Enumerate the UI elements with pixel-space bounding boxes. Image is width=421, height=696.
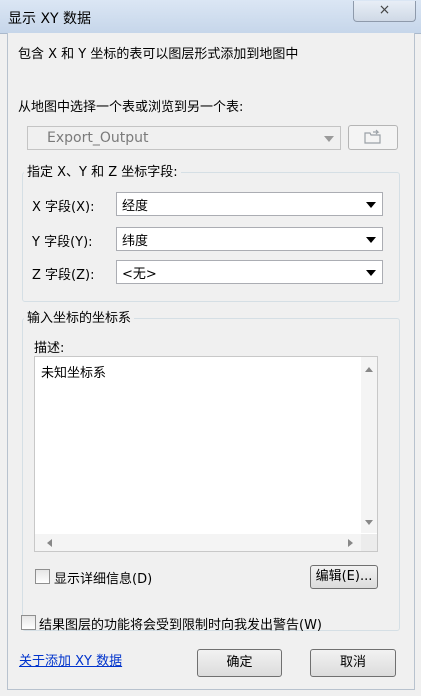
close-icon: × (378, 2, 391, 18)
chevron-down-icon (366, 270, 376, 276)
warn-checkbox[interactable] (21, 615, 36, 630)
y-field-value: 纬度 (122, 234, 149, 249)
ok-button-label: 确定 (226, 655, 253, 670)
cancel-button[interactable]: 取消 (310, 649, 396, 677)
y-field-dropdown[interactable]: 纬度 (116, 227, 383, 251)
scroll-left-icon (47, 539, 52, 547)
y-field-label: Y 字段(Y): (32, 235, 93, 250)
browse-button[interactable] (348, 125, 398, 150)
title-bar: 显示 XY 数据 × (0, 0, 421, 34)
edit-button[interactable]: 编辑(E)... (310, 565, 378, 589)
description-textarea[interactable]: 未知坐标系 (34, 356, 378, 552)
scroll-down-icon (365, 520, 373, 525)
chevron-down-icon (324, 136, 334, 142)
table-select-label: 从地图中选择一个表或浏览到另一个表: (18, 100, 244, 115)
table-dropdown[interactable]: Export_Output (27, 126, 341, 150)
z-field-value: <无> (122, 267, 157, 282)
x-field-label: X 字段(X): (32, 200, 95, 215)
coord-system-group-title: 输入坐标的坐标系 (24, 307, 135, 326)
close-button[interactable]: × (353, 1, 416, 22)
x-field-dropdown[interactable]: 经度 (116, 192, 383, 216)
cancel-button-label: 取消 (339, 655, 366, 670)
about-xy-data-link[interactable]: 关于添加 XY 数据 (19, 650, 122, 669)
horizontal-scrollbar[interactable] (35, 534, 361, 551)
intro-text: 包含 X 和 Y 坐标的表可以图层形式添加到地图中 (18, 47, 299, 62)
table-dropdown-value: Export_Output (47, 130, 149, 146)
ok-button[interactable]: 确定 (197, 649, 282, 677)
edit-button-label: 编辑(E)... (315, 569, 373, 584)
scroll-right-icon (348, 539, 353, 547)
fields-group-title: 指定 X、Y 和 Z 坐标字段: (24, 161, 181, 180)
window-title: 显示 XY 数据 (8, 11, 92, 27)
dialog-window: 显示 XY 数据 × 包含 X 和 Y 坐标的表可以图层形式添加到地图中 从地图… (0, 0, 421, 696)
scroll-corner (361, 534, 377, 551)
description-text: 未知坐标系 (41, 366, 107, 381)
dialog-body: 包含 X 和 Y 坐标的表可以图层形式添加到地图中 从地图中选择一个表或浏览到另… (7, 33, 415, 690)
open-folder-icon (364, 129, 381, 144)
description-label: 描述: (34, 341, 65, 356)
show-details-checkbox[interactable] (35, 569, 50, 584)
vertical-scrollbar[interactable] (361, 357, 377, 533)
warn-checkbox-label: 结果图层的功能将会受到限制时向我发出警告(W) (39, 618, 322, 633)
scroll-up-icon (365, 367, 373, 372)
x-field-value: 经度 (122, 199, 149, 214)
z-field-label: Z 字段(Z): (32, 268, 95, 283)
z-field-dropdown[interactable]: <无> (116, 260, 383, 284)
chevron-down-icon (366, 237, 376, 243)
chevron-down-icon (366, 202, 376, 208)
show-details-label: 显示详细信息(D) (54, 572, 153, 587)
